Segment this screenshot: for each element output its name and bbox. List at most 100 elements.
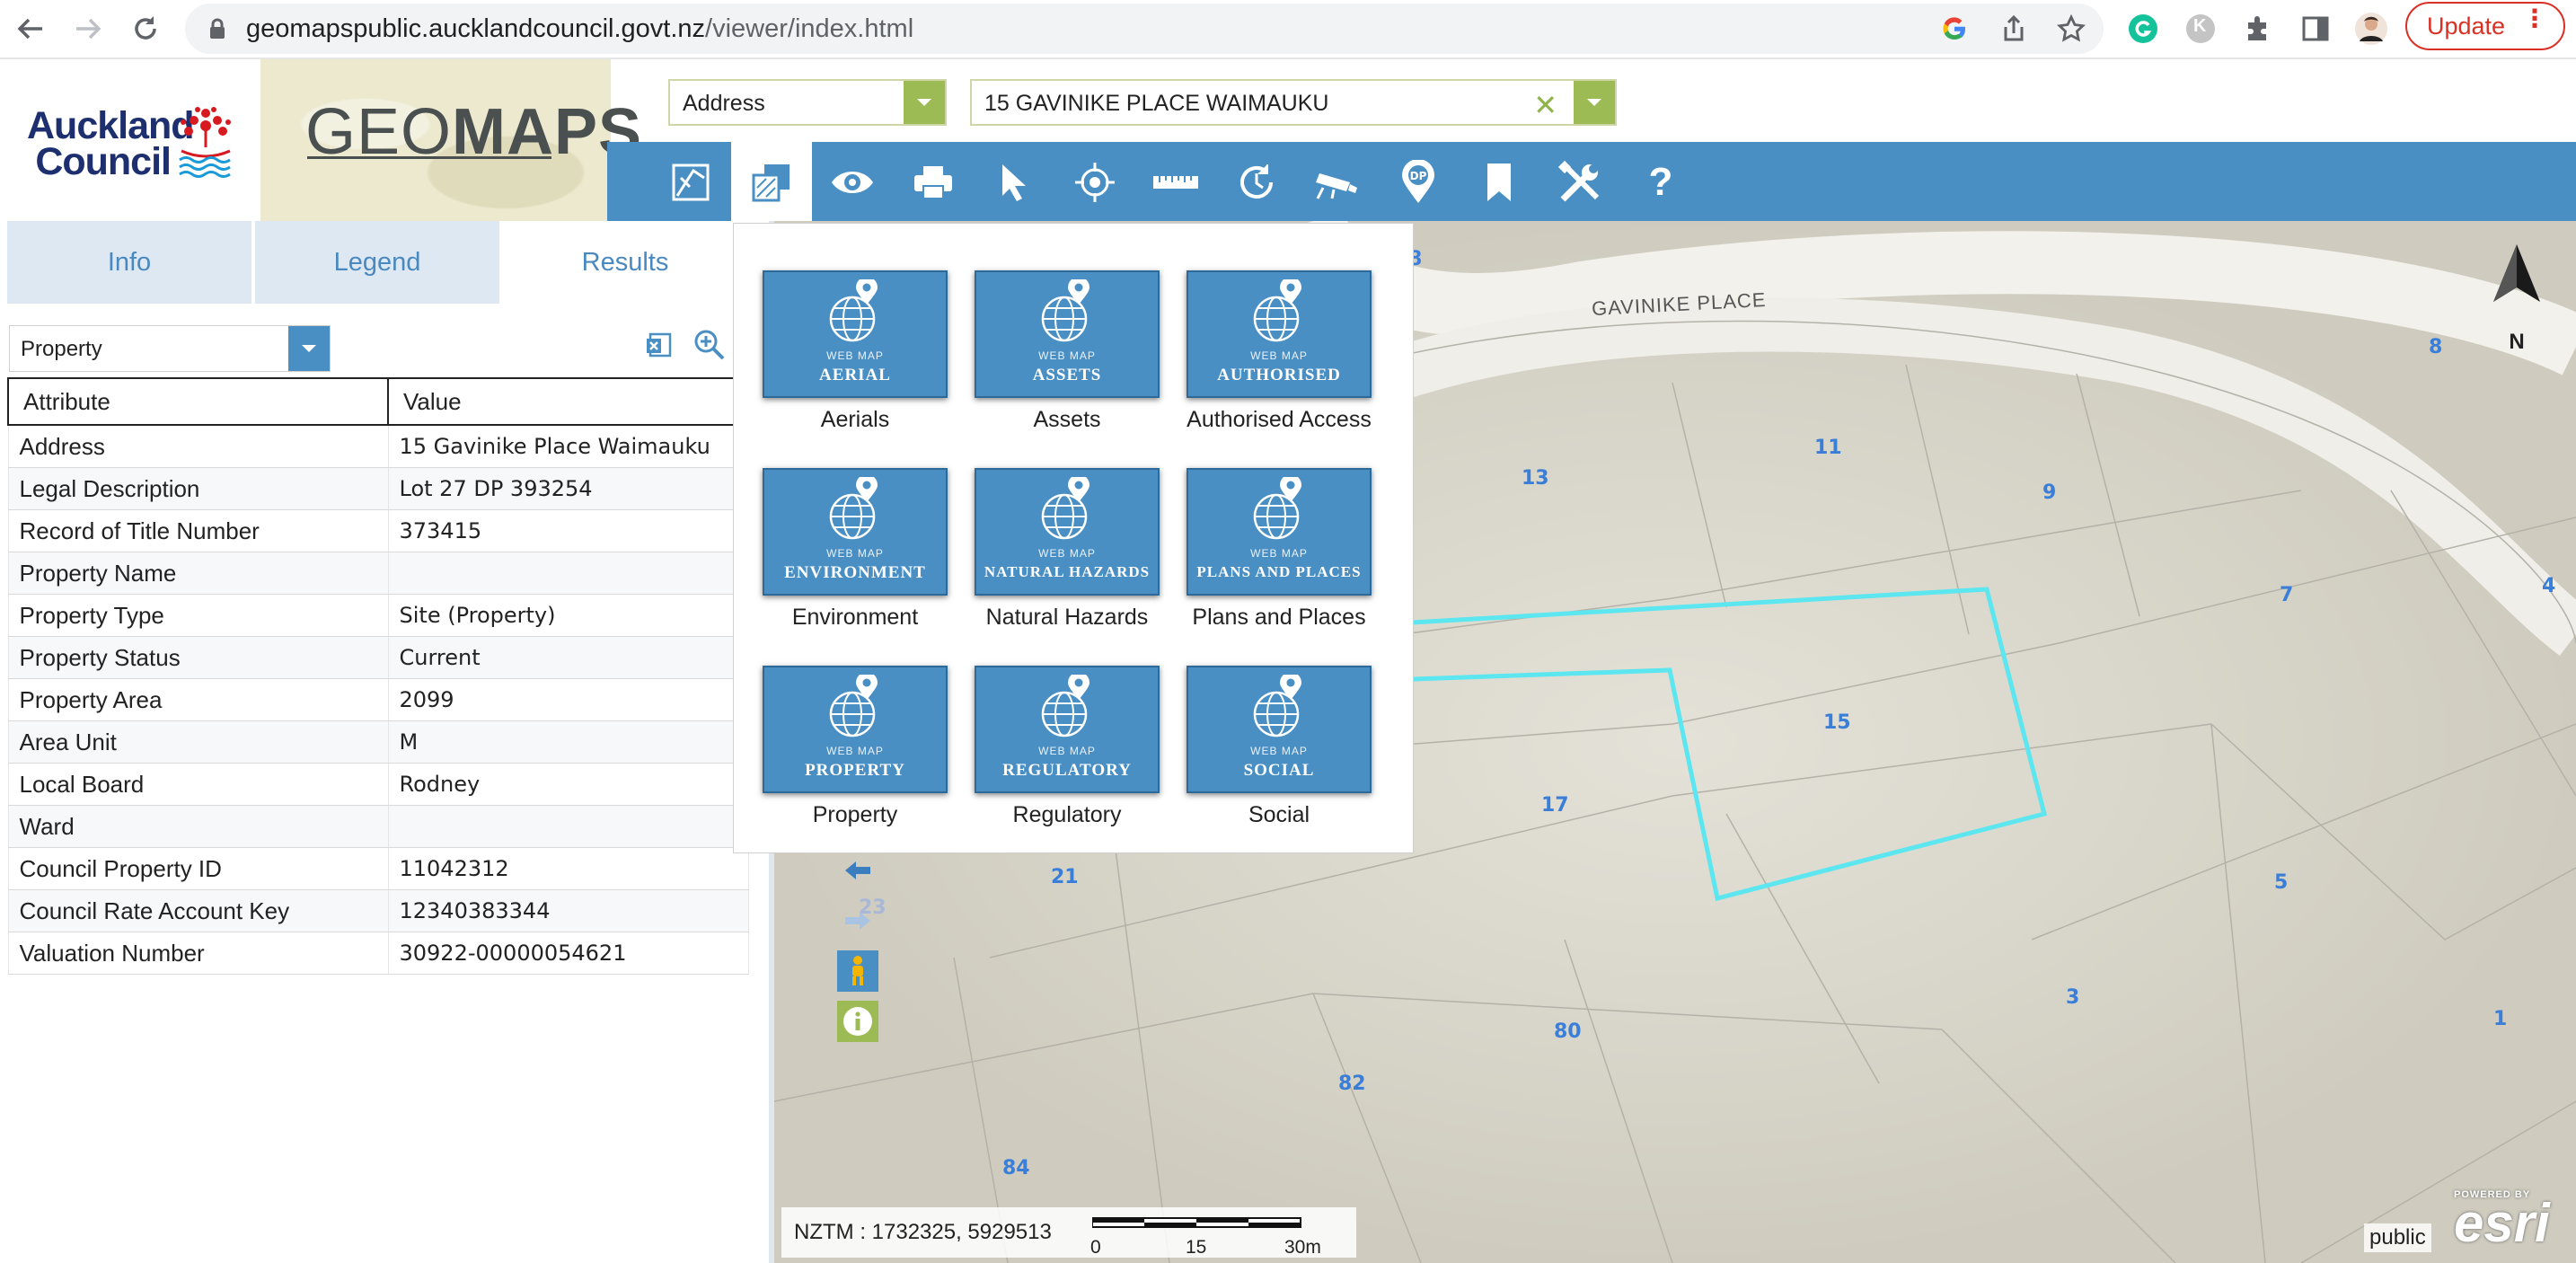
value-cell: Site (Property) (387, 594, 749, 637)
address-bar[interactable]: geomapspublic.aucklandcouncil.govt.nz/vi… (185, 4, 2104, 54)
table-row[interactable]: Property Name (7, 552, 749, 595)
attribute-table: Attribute Value Address 15 Gavinike Place… (7, 377, 749, 975)
dp-marker-icon[interactable]: DP (1378, 142, 1459, 223)
export-excel-icon[interactable] (645, 331, 674, 359)
table-row[interactable]: Property Status Current (7, 636, 749, 679)
value-cell: 11042312 (387, 847, 749, 890)
lot-number: 21 (1051, 866, 1079, 888)
attribute-cell: Ward (7, 805, 389, 848)
scale-label: 0 (1090, 1237, 1101, 1258)
layer-select[interactable]: Property (9, 325, 331, 372)
table-row[interactable]: Legal Description Lot 27 DP 393254 (7, 467, 749, 510)
grammarly-icon[interactable] (2125, 11, 2161, 47)
share-icon[interactable] (1996, 11, 2032, 47)
locate-icon[interactable] (1054, 142, 1135, 223)
attribute-cell: Council Property ID (7, 847, 389, 890)
gallery-item-social[interactable]: WEB MAP SOCIAL Social (1185, 666, 1373, 828)
clear-search-icon[interactable]: ✕ (1533, 88, 1557, 122)
table-row[interactable]: Area Unit M (7, 720, 749, 764)
web-map-thumbnail[interactable]: WEB MAP AERIAL (763, 270, 948, 398)
tab-label: Info (107, 247, 152, 277)
web-map-thumbnail[interactable]: WEB MAP AUTHORISED (1187, 270, 1372, 398)
info-panel: Info Legend Results Property Attribute V… (0, 221, 774, 1263)
address-search-input[interactable]: 15 GAVINIKE PLACE WAIMAUKU ✕ (970, 79, 1617, 126)
table-row[interactable]: Local Board Rodney (7, 763, 749, 806)
table-row[interactable]: Council Rate Account Key 12340383344 (7, 889, 749, 932)
gallery-item-authorised-access[interactable]: WEB MAP AUTHORISED Authorised Access (1185, 270, 1373, 433)
search-type-value: Address (683, 91, 765, 116)
table-row[interactable]: Ward (7, 805, 749, 848)
side-panel-icon[interactable] (2298, 11, 2333, 47)
chevron-down-icon[interactable] (904, 81, 945, 124)
esri-wordmark: esri (2454, 1193, 2550, 1253)
bookmark-icon[interactable] (1459, 142, 1539, 223)
forward-arrow-icon[interactable] (66, 7, 110, 50)
extensions-puzzle-icon[interactable] (2240, 11, 2276, 47)
chevron-down-icon[interactable] (1574, 81, 1615, 124)
title-underline (307, 156, 551, 159)
table-row[interactable]: Council Property ID 11042312 (7, 847, 749, 890)
scale-bar-graphic (1091, 1217, 1301, 1228)
tab-info[interactable]: Info (7, 221, 251, 304)
google-icon[interactable] (1936, 11, 1972, 47)
bookmark-star-icon[interactable] (2053, 11, 2089, 47)
esri-logo[interactable]: POWERED BY esri (2454, 1189, 2550, 1250)
search-type-select[interactable]: Address (668, 79, 947, 126)
gallery-item-natural-hazards[interactable]: WEB MAP NATURAL HAZARDS Natural Hazards (973, 468, 1161, 631)
measure-ruler-icon[interactable] (1135, 142, 1216, 223)
help-icon[interactable]: ? (1620, 142, 1701, 223)
lot-number: 8 (2429, 336, 2443, 358)
select-pointer-icon[interactable] (974, 142, 1054, 223)
street-camera-icon[interactable] (1297, 142, 1378, 223)
eye-icon[interactable] (812, 142, 893, 223)
web-map-thumbnail[interactable]: WEB MAP ENVIRONMENT (763, 468, 948, 596)
table-row[interactable]: Property Area 2099 (7, 678, 749, 721)
web-map-thumbnail[interactable]: WEB MAP SOCIAL (1187, 666, 1372, 793)
chevron-down-icon[interactable] (288, 326, 330, 371)
gallery-item-label: Social (1248, 802, 1310, 827)
north-arrow-icon: N (2490, 243, 2544, 355)
gallery-item-environment[interactable]: WEB MAP ENVIRONMENT Environment (761, 468, 949, 631)
gallery-item-aerials[interactable]: WEB MAP AERIAL Aerials (761, 270, 949, 433)
previous-extent-icon[interactable] (837, 850, 878, 891)
table-row[interactable]: Valuation Number 30922-00000054621 (7, 932, 749, 975)
reload-icon[interactable] (124, 7, 167, 50)
web-map-thumbnail[interactable]: WEB MAP NATURAL HAZARDS (975, 468, 1160, 596)
back-arrow-icon[interactable] (9, 7, 52, 50)
profile-k-icon[interactable]: K (2183, 11, 2219, 47)
gallery-item-property[interactable]: WEB MAP PROPERTY Property (761, 666, 949, 828)
table-row[interactable]: Address 15 Gavinike Place Waimauku (7, 424, 749, 468)
gallery-item-plans-and-places[interactable]: WEB MAP PLANS AND PLACES Plans and Place… (1185, 468, 1373, 631)
map-navigation (837, 850, 878, 1051)
update-button[interactable]: Update ⋮ (2405, 2, 2565, 50)
gallery-item-label: Plans and Places (1192, 605, 1366, 630)
street-view-pegman-icon[interactable] (837, 950, 878, 992)
next-extent-icon[interactable] (837, 900, 878, 941)
gallery-item-assets[interactable]: WEB MAP ASSETS Assets (973, 270, 1161, 433)
web-map-tag: WEB MAP (1038, 349, 1096, 362)
web-map-thumbnail[interactable]: WEB MAP REGULATORY (975, 666, 1160, 793)
web-map-tag: WEB MAP (826, 547, 884, 560)
lot-number: 7 (2280, 584, 2294, 606)
attribute-cell: Property Status (7, 636, 389, 679)
table-row[interactable]: Property Type Site (Property) (7, 594, 749, 637)
web-map-thumbnail[interactable]: WEB MAP PLANS AND PLACES (1187, 468, 1372, 596)
zoom-to-icon[interactable] (693, 329, 726, 361)
web-map-thumbnail[interactable]: WEB MAP PROPERTY (763, 666, 948, 793)
time-history-icon[interactable] (1216, 142, 1297, 223)
identify-info-icon[interactable] (837, 1001, 878, 1042)
tab-results[interactable]: Results (503, 221, 747, 304)
kebab-menu-icon[interactable]: ⋮ (2522, 6, 2547, 31)
gallery-item-regulatory[interactable]: WEB MAP REGULATORY Regulatory (973, 666, 1161, 828)
tab-legend[interactable]: Legend (255, 221, 499, 304)
print-icon[interactable] (893, 142, 974, 223)
basemap-gallery-icon[interactable] (731, 142, 812, 223)
web-map-tag: WEB MAP (826, 349, 884, 362)
user-avatar[interactable] (2353, 11, 2389, 47)
table-row[interactable]: Record of Title Number 373415 (7, 509, 749, 552)
auckland-council-logo[interactable]: Auckland Council (0, 59, 269, 221)
web-map-thumbnail[interactable]: WEB MAP ASSETS (975, 270, 1160, 398)
globe-pin-icon (1041, 675, 1090, 737)
basemap-switch-icon[interactable] (650, 142, 731, 223)
tools-icon[interactable] (1539, 142, 1620, 223)
